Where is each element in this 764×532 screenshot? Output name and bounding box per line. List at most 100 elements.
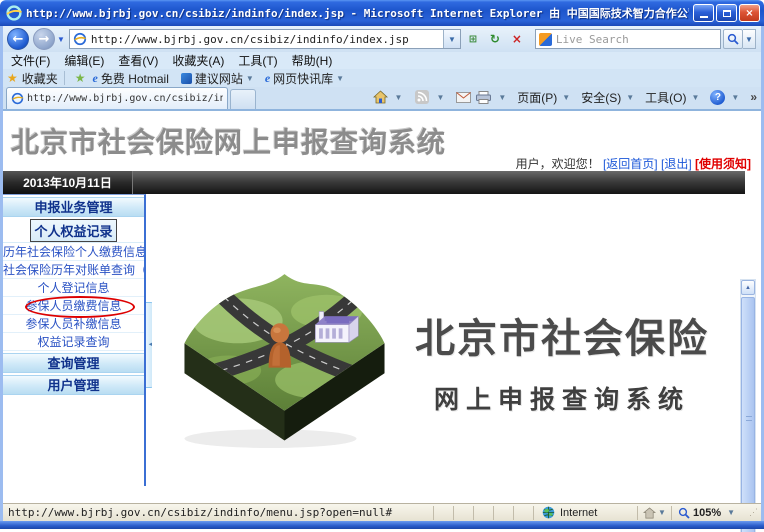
print-dropdown[interactable]: ▼ — [498, 93, 506, 102]
protected-mode-icon — [643, 507, 656, 519]
sidebar-item-personal-registration-info[interactable]: 个人登记信息 — [3, 279, 144, 297]
menu-edit[interactable]: 编辑(E) — [64, 52, 104, 69]
status-cell — [433, 506, 453, 520]
page-content: 北京市社会保险网上申报查询系统 用户，欢迎您！ [返回首页] [退出] [使用须… — [3, 111, 761, 503]
scroll-up-icon: ▲ — [745, 285, 751, 291]
page-menu-label: 页面(P) — [517, 89, 557, 106]
favorite-hotmail[interactable]: 免费 Hotmail — [101, 70, 169, 87]
rss-icon — [415, 90, 429, 104]
home-button[interactable] — [372, 89, 389, 106]
main-frame: 北京市社会保险 网上申报查询系统 — [152, 194, 738, 486]
safety-menu-dropdown-icon: ▼ — [626, 93, 634, 102]
refresh-button[interactable]: ↻ — [485, 29, 505, 49]
read-mail-button[interactable] — [455, 89, 472, 106]
forward-icon: → — [39, 32, 50, 47]
search-input[interactable]: Live Search — [535, 29, 721, 49]
help-dropdown[interactable]: ▼ — [731, 93, 739, 102]
title-bar[interactable]: http://www.bjrbj.gov.cn/csibiz/indinfo/i… — [0, 0, 764, 26]
print-button[interactable] — [475, 89, 492, 106]
protected-mode-dropdown-icon: ▼ — [658, 508, 666, 517]
thumb-grip — [746, 416, 752, 421]
page-menu-button[interactable]: 页面(P)▼ — [517, 89, 578, 106]
add-favorite-icon[interactable]: ★ — [75, 71, 86, 85]
active-tab-label: http://www.bjrbj.gov.cn/csibiz/indinfo/i… — [27, 93, 223, 104]
menu-tools[interactable]: 工具(T) — [238, 52, 277, 69]
resize-grip[interactable]: ⋰ — [749, 507, 759, 518]
command-overflow-chevron[interactable]: » — [750, 90, 757, 104]
favorites-star-icon[interactable]: ★ — [7, 71, 18, 85]
protected-mode-button[interactable]: ▼ — [637, 506, 671, 520]
menu-file[interactable]: 文件(F) — [11, 52, 50, 69]
back-button[interactable]: ← — [7, 28, 29, 50]
safety-menu-button[interactable]: 安全(S) ▼ — [581, 89, 642, 106]
safety-menu-label: 安全(S) — [581, 89, 621, 106]
window-title: http://www.bjrbj.gov.cn/csibiz/indinfo/i… — [26, 5, 689, 21]
live-search-logo-icon — [539, 33, 552, 46]
tools-menu-label: 工具(O) — [645, 89, 686, 106]
stop-icon: × — [512, 32, 522, 46]
sidebar-selected-row: 个人权益记录 — [3, 219, 144, 243]
scroll-up-button[interactable]: ▲ — [741, 280, 755, 295]
sidebar-menu: 申报业务管理 个人权益记录 历年社会保险个人缴费信息对账单( 社会保险历年对账单… — [3, 194, 146, 486]
tab-favicon-icon — [11, 92, 24, 105]
close-icon: × — [745, 8, 753, 19]
menu-view[interactable]: 查看(V) — [118, 52, 158, 69]
sidebar-item-historical-payment-statement[interactable]: 历年社会保险个人缴费信息对账单( — [3, 243, 144, 261]
favorite-suggested-sites[interactable]: 建议网站 — [195, 70, 243, 87]
minimize-icon — [700, 16, 708, 18]
home-page-link[interactable]: [返回首页] — [603, 157, 658, 171]
restore-button[interactable] — [716, 4, 737, 22]
sidebar-item-historical-statement-query[interactable]: 社会保险历年对账单查询（四险 — [3, 261, 144, 279]
page-favicon-icon — [73, 32, 87, 46]
sidebar-item-insured-payment-info[interactable]: 参保人员缴费信息 — [3, 297, 144, 315]
tools-menu-dropdown-icon: ▼ — [691, 93, 699, 102]
web-slices-dropdown[interactable]: ▼ — [336, 74, 344, 83]
sidebar-section-declare-business[interactable]: 申报业务管理 — [3, 197, 144, 217]
usage-notice-link[interactable]: [使用须知] — [695, 157, 751, 171]
main-vertical-scrollbar[interactable]: ▲ ▼ — [740, 279, 756, 532]
logout-link[interactable]: [退出] — [661, 157, 692, 171]
favorites-button[interactable]: 收藏夹 — [22, 70, 58, 87]
status-cell — [513, 506, 533, 520]
active-tab[interactable]: http://www.bjrbj.gov.cn/csibiz/indinfo/i… — [6, 87, 228, 109]
vertical-scroll-thumb[interactable] — [741, 297, 755, 532]
compatibility-view-button[interactable]: ⊞ — [463, 29, 483, 49]
suggested-sites-icon — [181, 73, 192, 84]
printer-icon — [476, 91, 491, 104]
suggested-sites-dropdown[interactable]: ▼ — [246, 74, 254, 83]
search-options-dropdown[interactable]: ▼ — [743, 29, 756, 49]
status-cell — [493, 506, 513, 520]
sidebar-item-insured-supplementary-payment-info[interactable]: 参保人员补缴信息 — [3, 315, 144, 333]
stop-button[interactable]: × — [507, 29, 527, 49]
status-bar: http://www.bjrbj.gov.cn/csibiz/indinfo/m… — [3, 503, 761, 521]
status-cell — [473, 506, 493, 520]
favorite-web-slices[interactable]: 网页快讯库 — [273, 70, 333, 87]
zoom-control[interactable]: 105% ▼ — [671, 506, 745, 520]
close-button[interactable]: × — [739, 4, 760, 22]
sidebar-item-personal-rights-record[interactable]: 个人权益记录 — [30, 219, 116, 242]
help-button[interactable]: ? — [710, 90, 725, 105]
sidebar-section-user-management[interactable]: 用户管理 — [3, 375, 144, 395]
feeds-button[interactable] — [413, 89, 430, 106]
sidebar-section-query-management[interactable]: 查询管理 — [3, 353, 144, 373]
address-bar-input[interactable]: http://www.bjrbj.gov.cn/csibiz/indinfo/i… — [69, 29, 461, 49]
new-tab-button[interactable] — [230, 89, 256, 109]
menu-favorites[interactable]: 收藏夹(A) — [172, 52, 224, 69]
logo-title-line2: 网上申报查询系统 — [397, 380, 727, 416]
menu-help[interactable]: 帮助(H) — [292, 52, 333, 69]
tools-menu-button[interactable]: 工具(O) ▼ — [645, 89, 707, 106]
logo-title-line1: 北京市社会保险 — [397, 306, 727, 364]
home-dropdown[interactable]: ▼ — [395, 93, 403, 102]
sidebar-item-rights-record-query[interactable]: 权益记录查询 — [3, 333, 144, 351]
address-dropdown[interactable]: ▼ — [443, 30, 460, 48]
feeds-dropdown[interactable]: ▼ — [436, 93, 444, 102]
recent-pages-dropdown[interactable]: ▼ — [57, 35, 65, 44]
address-url: http://www.bjrbj.gov.cn/csibiz/indinfo/i… — [91, 33, 409, 46]
command-bar: ▼ ▼ ▼ 页面(P)▼ 安全(S) ▼ 工具(O) ▼ ? ▼ » — [372, 85, 761, 109]
forward-button[interactable]: → — [33, 28, 55, 50]
mail-icon — [456, 92, 471, 103]
search-go-button[interactable] — [723, 29, 743, 49]
zone-label: Internet — [560, 507, 597, 519]
status-cell — [453, 506, 473, 520]
minimize-button[interactable] — [693, 4, 714, 22]
